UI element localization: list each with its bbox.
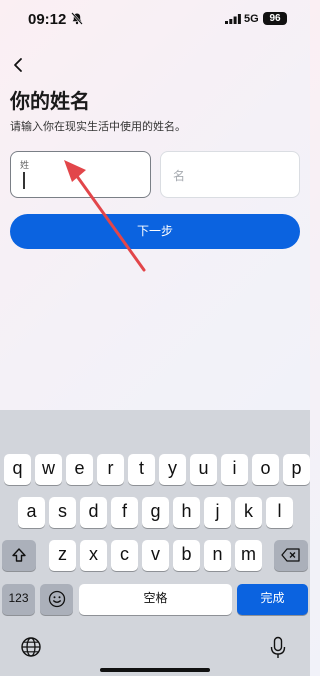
backspace-icon [281,548,300,562]
emoji-key[interactable] [40,584,73,615]
key-z[interactable]: z [49,540,76,571]
key-n[interactable]: n [204,540,231,571]
home-indicator [100,668,210,672]
space-key[interactable]: 空格 [79,584,232,615]
status-time: 09:12 [28,11,67,28]
key-r[interactable]: r [97,454,124,485]
signal-icon [225,14,241,24]
shift-key[interactable] [2,540,36,571]
key-g[interactable]: g [142,497,169,528]
key-y[interactable]: y [159,454,186,485]
key-b[interactable]: b [173,540,200,571]
last-name-label: 姓 [20,161,30,171]
status-bar: 09:12 5G 96 [0,0,310,40]
page-title: 你的姓名 [10,89,90,113]
emoji-icon [48,590,65,608]
network-type: 5G [244,13,259,25]
key-m[interactable]: m [235,540,262,571]
back-button[interactable] [10,56,28,74]
key-d[interactable]: d [80,497,107,528]
done-key[interactable]: 完成 [237,584,308,615]
key-o[interactable]: o [252,454,279,485]
backspace-key[interactable] [274,540,308,571]
microphone-icon[interactable] [268,636,288,660]
key-j[interactable]: j [204,497,231,528]
key-h[interactable]: h [173,497,200,528]
next-button[interactable]: 下一步 [10,214,300,249]
key-s[interactable]: s [49,497,76,528]
numbers-key[interactable]: 123 [2,584,35,615]
first-name-placeholder: 名 [173,169,186,183]
key-q[interactable]: q [4,454,31,485]
key-k[interactable]: k [235,497,262,528]
key-f[interactable]: f [111,497,138,528]
key-v[interactable]: v [142,540,169,571]
key-a[interactable]: a [18,497,45,528]
globe-icon[interactable] [20,636,42,658]
battery-icon: 96 [263,12,287,25]
first-name-field[interactable]: 名 [160,151,300,198]
key-c[interactable]: c [111,540,138,571]
key-x[interactable]: x [80,540,107,571]
key-i[interactable]: i [221,454,248,485]
page-subtitle: 请输入你在现实生活中使用的姓名。 [10,120,186,133]
bell-off-icon [71,12,83,25]
shift-icon [12,548,26,562]
key-t[interactable]: t [128,454,155,485]
keyboard: q w e r t y u i o p a s d f g h j k l z … [0,410,310,676]
key-p[interactable]: p [283,454,310,485]
key-e[interactable]: e [66,454,93,485]
last-name-field[interactable]: 姓 [10,151,151,198]
key-w[interactable]: w [35,454,62,485]
key-l[interactable]: l [266,497,293,528]
text-caret [23,172,25,189]
key-u[interactable]: u [190,454,217,485]
